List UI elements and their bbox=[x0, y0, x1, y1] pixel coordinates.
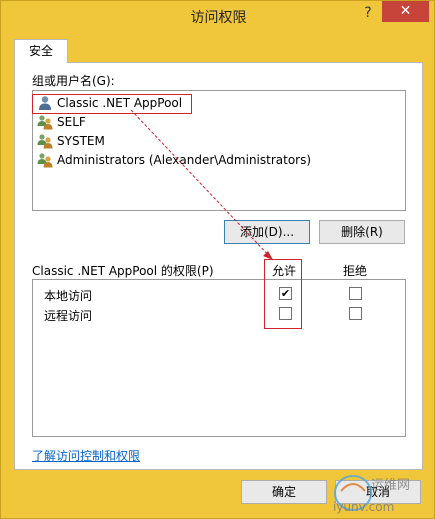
allow-local-checkbox[interactable]: ✔ bbox=[279, 287, 292, 300]
deny-local-checkbox[interactable] bbox=[349, 287, 362, 300]
users-group-icon bbox=[37, 134, 53, 149]
watermark-url: iyunv.com bbox=[333, 500, 394, 514]
groups-listbox[interactable]: Classic .NET AppPool SELF SYSTEM Adminis… bbox=[32, 90, 406, 211]
close-button[interactable]: ✕ bbox=[382, 1, 429, 22]
permission-row-remote: 远程访问 bbox=[44, 309, 93, 323]
users-group-icon bbox=[37, 153, 53, 168]
user-icon bbox=[39, 96, 51, 110]
help-button[interactable]: ? bbox=[359, 5, 377, 25]
list-item-label: Administrators (Alexander\Administrators… bbox=[57, 153, 312, 167]
add-button[interactable]: 添加(D)... bbox=[224, 220, 310, 244]
ok-button[interactable]: 确定 bbox=[241, 480, 327, 504]
allow-remote-checkbox[interactable] bbox=[279, 307, 292, 320]
watermark-logo: 运维网 iyunv.com bbox=[329, 471, 429, 516]
dialog-window: 访问权限 ? ✕ 安全 组或用户名(G): Classic .NET AppPo… bbox=[0, 0, 435, 519]
deny-remote-checkbox[interactable] bbox=[349, 307, 362, 320]
permissions-label: Classic .NET AppPool 的权限(P) bbox=[32, 264, 214, 278]
tab-security[interactable]: 安全 bbox=[14, 39, 68, 63]
allow-column-header: 允许 bbox=[272, 264, 297, 278]
users-group-icon bbox=[37, 115, 53, 130]
permission-row-local: 本地访问 bbox=[44, 289, 93, 303]
title-bar[interactable]: 访问权限 ? ✕ bbox=[1, 1, 435, 31]
remove-button[interactable]: 删除(R) bbox=[319, 220, 405, 244]
list-item-label: Classic .NET AppPool bbox=[57, 96, 183, 110]
access-control-help-link[interactable]: 了解访问控制和权限 bbox=[32, 447, 140, 464]
deny-column-header: 拒绝 bbox=[343, 264, 368, 278]
list-item-label: SYSTEM bbox=[57, 134, 105, 148]
watermark-text: 运维网 bbox=[371, 478, 410, 493]
list-item-label: SELF bbox=[57, 115, 86, 129]
groups-label: 组或用户名(G): bbox=[32, 74, 115, 88]
